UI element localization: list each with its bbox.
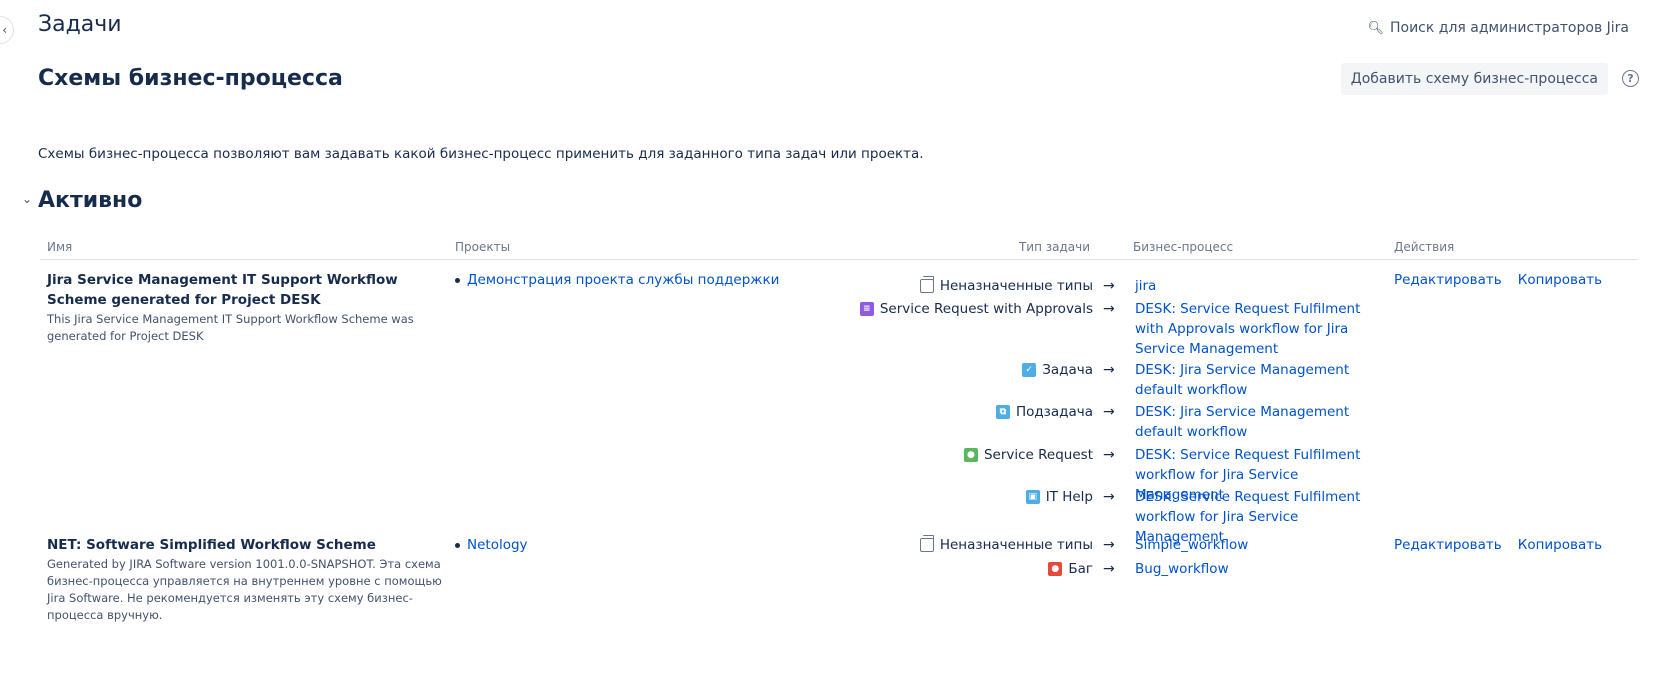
issue-type-label: Задача <box>1042 362 1093 378</box>
workflow-link[interactable]: DESK: Jira Service Management default wo… <box>1135 402 1375 442</box>
help-icon[interactable]: ? <box>1622 70 1639 87</box>
issue-type: ≡ Service Request with Approvals <box>859 299 1093 319</box>
column-header-name: Имя <box>47 240 73 254</box>
copy-link[interactable]: Копировать <box>1518 272 1602 288</box>
list-item: Демонстрация проекта службы поддержки <box>455 272 779 288</box>
workflow-link[interactable]: DESK: Jira Service Management default wo… <box>1135 360 1375 400</box>
section-title-active: Активно <box>38 188 143 213</box>
workflow-schemes-table: Имя Проекты Тип задачи Бизнес-процесс Де… <box>40 236 1638 629</box>
scheme-name-cell: Jira Service Management IT Support Workf… <box>47 270 447 345</box>
page-description: Схемы бизнес-процесса позволяют вам зада… <box>38 146 924 162</box>
issue-type-label: Неназначенные типы <box>939 537 1093 553</box>
page-header-title: Задачи <box>38 12 122 37</box>
table-row: Jira Service Management IT Support Workf… <box>40 260 1638 545</box>
table-row: NET: Software Simplified Workflow Scheme… <box>40 529 1638 629</box>
project-link[interactable]: Демонстрация проекта службы поддержки <box>467 272 779 288</box>
project-link[interactable]: Netology <box>467 537 528 553</box>
arrow-right-icon: → <box>1103 278 1115 294</box>
column-header-issue-type: Тип задачи <box>1018 240 1090 254</box>
projects-list: Демонстрация проекта службы поддержки <box>455 272 779 288</box>
workflow-link[interactable]: DESK: Service Request Fulfilment with Ap… <box>1135 299 1375 359</box>
service-request-approvals-icon: ≡ <box>859 302 874 316</box>
add-workflow-scheme-button[interactable]: Добавить схему бизнес-процесса <box>1340 63 1608 95</box>
scheme-description: Generated by JIRA Software version 1001.… <box>47 557 442 622</box>
unassigned-types-icon <box>919 276 934 293</box>
workflow-link[interactable]: jira <box>1135 276 1375 296</box>
admin-search-link[interactable]: 🔍︎ Поиск для администраторов Jira <box>1367 20 1629 36</box>
issue-type: Неназначенные типы <box>919 535 1093 555</box>
issue-type-label: Неназначенные типы <box>939 278 1093 294</box>
issue-type: ✓ Задача <box>1022 360 1093 380</box>
scheme-name-cell: NET: Software Simplified Workflow Scheme… <box>47 535 447 624</box>
row-actions: Редактировать Копировать <box>1394 537 1602 553</box>
list-item: Netology <box>455 537 528 553</box>
arrow-right-icon: → <box>1103 404 1115 420</box>
admin-search-label: Поиск для администраторов Jira <box>1389 20 1629 36</box>
issue-type: ⧉ Подзадача <box>995 402 1093 422</box>
chevron-left-icon: ‹ <box>2 23 7 37</box>
issue-type: ▣ IT Help <box>1025 487 1093 507</box>
page-title: Схемы бизнес-процесса <box>38 66 343 91</box>
column-header-projects: Проекты <box>455 240 511 254</box>
workflow-link[interactable]: Bug_workflow <box>1135 559 1375 579</box>
bug-icon: ● <box>1048 562 1063 576</box>
workflow-link[interactable]: Simple_workflow <box>1135 535 1375 555</box>
arrow-right-icon: → <box>1103 537 1115 553</box>
unassigned-types-icon <box>919 535 934 552</box>
search-icon: 🔍︎ <box>1367 20 1384 36</box>
bullet-icon <box>455 277 460 283</box>
scheme-description: This Jira Service Management IT Support … <box>47 312 414 343</box>
column-header-workflow: Бизнес-процесс <box>1133 240 1234 254</box>
bullet-icon <box>455 542 460 548</box>
it-help-icon: ▣ <box>1025 490 1040 504</box>
arrow-right-icon: → <box>1103 561 1115 577</box>
issue-type-label: Подзадача <box>1015 404 1093 420</box>
row-actions: Редактировать Копировать <box>1394 272 1602 288</box>
chevron-down-icon[interactable]: ⌄ <box>22 192 32 206</box>
scheme-name: Jira Service Management IT Support Workf… <box>47 272 398 308</box>
issue-type-label: Service Request with Approvals <box>879 301 1093 317</box>
task-icon: ✓ <box>1022 363 1037 377</box>
scheme-name: NET: Software Simplified Workflow Scheme <box>47 537 376 553</box>
issue-type-label: Service Request <box>983 447 1093 463</box>
edit-link[interactable]: Редактировать <box>1394 537 1502 553</box>
column-header-actions: Действия <box>1394 240 1455 254</box>
arrow-right-icon: → <box>1103 362 1115 378</box>
projects-list: Netology <box>455 537 528 553</box>
service-request-icon: ● <box>963 448 978 462</box>
arrow-right-icon: → <box>1103 447 1115 463</box>
arrow-right-icon: → <box>1103 489 1115 505</box>
issue-type: Неназначенные типы <box>919 276 1093 296</box>
issue-type-label: Баг <box>1068 561 1093 577</box>
issue-type: ● Service Request <box>963 445 1093 465</box>
arrow-right-icon: → <box>1103 301 1115 317</box>
table-header: Имя Проекты Тип задачи Бизнес-процесс Де… <box>40 236 1638 260</box>
issue-type-label: IT Help <box>1045 489 1093 505</box>
issue-type: ● Баг <box>1048 559 1093 579</box>
copy-link[interactable]: Копировать <box>1518 537 1602 553</box>
subtask-icon: ⧉ <box>995 405 1010 419</box>
sidebar-collapse-toggle[interactable]: ‹ <box>0 16 14 44</box>
edit-link[interactable]: Редактировать <box>1394 272 1502 288</box>
